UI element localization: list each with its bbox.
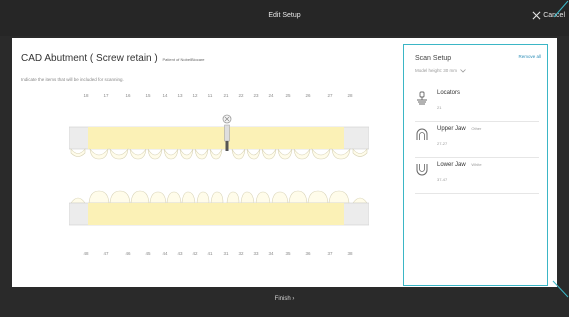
scan-setup-title: Scan Setup bbox=[415, 55, 452, 62]
tooth-number: 23 bbox=[253, 93, 259, 98]
dental-chart-area: CAD Abutment ( Screw retain ) Patient of… bbox=[12, 38, 402, 287]
annotation-pointer-icon bbox=[553, 0, 569, 18]
tooth-number: 38 bbox=[347, 251, 353, 256]
lower-jaw-icon bbox=[416, 164, 428, 176]
tooth-number: 41 bbox=[207, 251, 213, 256]
tooth-number: 25 bbox=[285, 93, 291, 98]
tooth-number: 34 bbox=[268, 251, 274, 256]
model-height-value: Model height: 30 mm bbox=[415, 68, 458, 73]
scan-item-teeth: 21 bbox=[437, 105, 442, 110]
tooth-number: 31 bbox=[223, 251, 229, 256]
tooth-number: 42 bbox=[192, 251, 198, 256]
scan-item-locators[interactable]: Locators 21 bbox=[415, 87, 539, 122]
finish-label: Finish bbox=[274, 296, 291, 302]
upper-tooth-numbers: 18 17 16 15 14 13 12 11 21 22 23 24 25 2… bbox=[69, 93, 369, 101]
tooth-number: 44 bbox=[162, 251, 168, 256]
finish-button[interactable]: Finish › bbox=[0, 296, 569, 302]
tooth-number: 21 bbox=[223, 93, 229, 98]
tooth-number: 18 bbox=[83, 93, 89, 98]
tooth-number: 11 bbox=[207, 93, 213, 98]
scan-item-upper-jaw[interactable]: Upper Jaw Other 27-27 bbox=[415, 123, 539, 158]
tooth-number: 45 bbox=[145, 251, 151, 256]
close-icon bbox=[532, 11, 541, 20]
tooth-number: 22 bbox=[238, 93, 244, 98]
top-bar: Edit Setup Cancel bbox=[0, 0, 569, 36]
chevron-right-icon: › bbox=[292, 296, 295, 302]
tooth-number: 24 bbox=[268, 93, 274, 98]
tooth-number: 35 bbox=[285, 251, 291, 256]
instruction-text: Indicate the items that will be included… bbox=[21, 77, 124, 82]
page-title: CAD Abutment ( Screw retain ) Patient of… bbox=[21, 53, 205, 64]
tooth-number: 36 bbox=[305, 251, 311, 256]
patient-label: Patient of NobelBiocare bbox=[162, 57, 205, 62]
locator-icon bbox=[417, 91, 427, 105]
tooth-number: 16 bbox=[125, 93, 131, 98]
case-title: CAD Abutment ( Screw retain ) bbox=[21, 53, 158, 64]
remove-all-link[interactable]: Remove all bbox=[518, 54, 541, 59]
lower-tooth-numbers: 48 47 46 45 44 43 42 41 31 32 33 34 35 3… bbox=[69, 251, 369, 259]
tooth-number: 47 bbox=[103, 251, 109, 256]
tooth-number: 48 bbox=[83, 251, 89, 256]
upper-jaw-icon bbox=[416, 128, 428, 140]
tooth-number: 15 bbox=[145, 93, 151, 98]
tooth-number: 37 bbox=[327, 251, 333, 256]
tooth-number: 46 bbox=[125, 251, 131, 256]
scan-item-teeth: 37-47 bbox=[437, 177, 448, 182]
tooth-number: 28 bbox=[347, 93, 353, 98]
chevron-down-icon bbox=[460, 68, 466, 73]
dialog-title: Edit Setup bbox=[268, 12, 301, 19]
tooth-number: 13 bbox=[177, 93, 183, 98]
tooth-number: 32 bbox=[238, 251, 244, 256]
setup-panel: CAD Abutment ( Screw retain ) Patient of… bbox=[12, 38, 557, 287]
scan-item-teeth: 27-27 bbox=[437, 141, 448, 146]
model-height-select[interactable]: Model height: 30 mm bbox=[415, 68, 466, 73]
scan-item-name: Lower Jaw White bbox=[437, 162, 482, 168]
tooth-number: 33 bbox=[253, 251, 259, 256]
lower-jaw-diagram[interactable] bbox=[69, 183, 369, 228]
tooth-number: 14 bbox=[162, 93, 168, 98]
scan-item-name: Upper Jaw Other bbox=[437, 126, 482, 132]
tooth-number: 26 bbox=[305, 93, 311, 98]
tooth-number: 17 bbox=[103, 93, 109, 98]
upper-jaw-diagram[interactable] bbox=[69, 107, 369, 165]
scan-item-lower-jaw[interactable]: Lower Jaw White 37-47 bbox=[415, 159, 539, 194]
tooth-number: 12 bbox=[192, 93, 198, 98]
tooth-number: 27 bbox=[327, 93, 333, 98]
scan-setup-panel: Scan Setup Remove all Model height: 30 m… bbox=[403, 44, 548, 286]
tooth-number: 43 bbox=[177, 251, 183, 256]
scan-item-name: Locators bbox=[437, 90, 461, 96]
